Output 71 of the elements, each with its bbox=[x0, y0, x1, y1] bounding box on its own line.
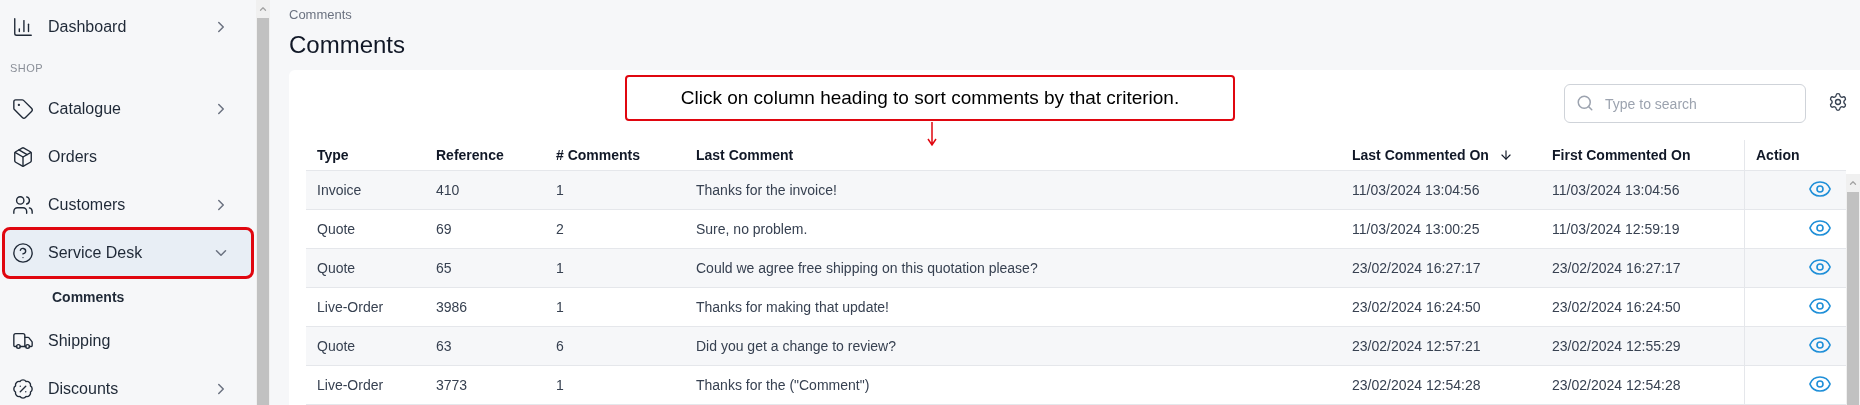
table-cell-text: 3986 bbox=[435, 298, 469, 317]
sidebar-item[interactable]: Discounts bbox=[4, 365, 252, 405]
page-title: Comments bbox=[289, 31, 407, 59]
table-cell-text: 23/02/2024 12:54:28 bbox=[1351, 376, 1482, 395]
table-cell-text: 23/02/2024 12:54:28 bbox=[1551, 376, 1682, 395]
scroll-up-icon[interactable] bbox=[1848, 178, 1858, 188]
scroll-up-icon[interactable] bbox=[258, 4, 268, 14]
question-bubble-icon bbox=[12, 242, 34, 264]
table-cell-text: Thanks for the ("Comment") bbox=[695, 376, 871, 395]
table-cell-text: Quote bbox=[316, 337, 357, 356]
table-cell-text: Thanks for making that update! bbox=[695, 298, 890, 317]
settings-button[interactable] bbox=[1828, 92, 1848, 112]
scrollbar[interactable] bbox=[256, 0, 270, 405]
table-cell-text: 11/03/2024 13:00:25 bbox=[1351, 220, 1481, 239]
section-label: SHOP bbox=[9, 61, 45, 76]
table-cell-text: 1 bbox=[555, 376, 565, 395]
table-cell-text: Did you get a change to review? bbox=[695, 337, 897, 356]
column-header[interactable]: Last Comment bbox=[696, 147, 794, 163]
table-cell-text: Thanks for the invoice! bbox=[695, 181, 838, 200]
table-cell-text: 1 bbox=[555, 298, 565, 317]
table-cell-text: 11/03/2024 13:04:56 bbox=[1551, 181, 1681, 200]
package-icon bbox=[12, 146, 34, 168]
chart-icon bbox=[12, 16, 34, 38]
column-header[interactable]: # Comments bbox=[556, 147, 641, 163]
scrollbar[interactable] bbox=[1846, 174, 1860, 405]
annotation-arrow bbox=[926, 122, 938, 147]
table-cell-text: Live-Order bbox=[316, 298, 385, 317]
table-cell-text: Invoice bbox=[316, 181, 363, 200]
sidebar-subitem[interactable]: Comments bbox=[0, 277, 256, 317]
table-cell-text: 23/02/2024 16:27:17 bbox=[1551, 259, 1682, 278]
column-header[interactable]: Last Commented On bbox=[1352, 147, 1489, 163]
table-cell-text: 11/03/2024 13:04:56 bbox=[1351, 181, 1481, 200]
scrollbar-thumb[interactable] bbox=[257, 18, 269, 405]
table-cell-text: Sure, no problem. bbox=[695, 220, 809, 239]
table-cell-text: 11/03/2024 12:59:19 bbox=[1551, 220, 1681, 239]
truck-icon bbox=[12, 330, 34, 352]
sidebar-item[interactable]: Catalogue bbox=[4, 85, 252, 133]
table-cell-text: 69 bbox=[435, 220, 453, 239]
table-cell-text: 23/02/2024 12:55:29 bbox=[1551, 337, 1682, 356]
sidebar-item[interactable]: Customers bbox=[4, 181, 252, 229]
column-header[interactable]: First Commented On bbox=[1552, 147, 1691, 163]
table-cell-text: 23/02/2024 16:24:50 bbox=[1551, 298, 1682, 317]
table-cell-text: Quote bbox=[316, 220, 357, 239]
table-cell-text: 3773 bbox=[435, 376, 469, 395]
table-cell-text: Quote bbox=[316, 259, 357, 278]
sidebar-item[interactable]: Orders bbox=[4, 133, 252, 181]
table-cell-text: 65 bbox=[435, 259, 453, 278]
sidebar-item[interactable]: Shipping bbox=[4, 317, 252, 365]
percent-badge-icon bbox=[12, 378, 34, 400]
sidebar-item[interactable]: Dashboard bbox=[4, 3, 252, 51]
breadcrumb[interactable]: Comments bbox=[289, 7, 1860, 22]
search-field[interactable]: Type to search bbox=[1564, 84, 1806, 123]
table-cell-text: Live-Order bbox=[316, 376, 385, 395]
table-cell-text: 63 bbox=[435, 337, 453, 356]
sidebar-item[interactable]: Service Desk bbox=[4, 229, 252, 277]
table-cell-text: 1 bbox=[555, 259, 565, 278]
table-cell-text: 1 bbox=[555, 181, 565, 200]
table-cell-text: 23/02/2024 16:24:50 bbox=[1351, 298, 1482, 317]
annotation-callout: Click on column heading to sort comments by that criterion. bbox=[625, 75, 1235, 121]
table-cell-text: 6 bbox=[555, 337, 565, 356]
tag-icon bbox=[12, 98, 34, 120]
column-header[interactable]: Type bbox=[317, 147, 349, 163]
column-header[interactable]: Reference bbox=[436, 147, 504, 163]
users-icon bbox=[12, 194, 34, 216]
table-cell-text: 410 bbox=[435, 181, 461, 200]
table-cell-text: 23/02/2024 12:57:21 bbox=[1351, 337, 1482, 356]
table-cell-text: 23/02/2024 16:27:17 bbox=[1351, 259, 1482, 278]
table-cell-text: Could we agree free shipping on this quotation please? bbox=[695, 259, 1039, 278]
table-cell-text: 2 bbox=[555, 220, 565, 239]
scrollbar-thumb[interactable] bbox=[1847, 192, 1859, 405]
column-header[interactable]: Action bbox=[1756, 147, 1800, 163]
